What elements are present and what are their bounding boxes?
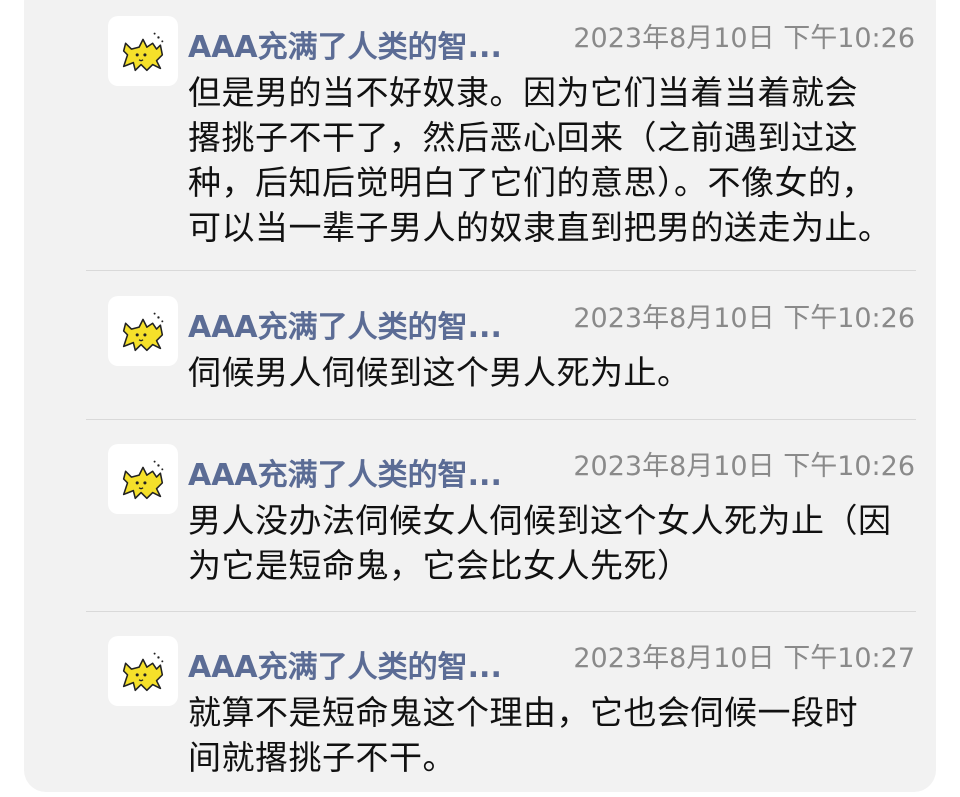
message-text: 但是男的当不好奴隶。因为它们当着当着就会 撂挑子不干了，然后恶心回来（之前遇到过… <box>188 70 918 250</box>
sender-name[interactable]: AAA充满了人类的智... <box>188 642 502 686</box>
message-line: 男人没办法伺候女人伺候到这个女人死为止（因 <box>188 501 892 540</box>
message-line: 为它是短命鬼，它会比女人先死） <box>188 546 691 585</box>
message-line: 种，后知后觉明白了它们的意思）。不像女的， <box>188 163 875 202</box>
yellow-cat-icon <box>122 312 164 352</box>
message-text: 男人没办法伺候女人伺候到这个女人死为止（因 为它是短命鬼，它会比女人先死） <box>188 498 918 588</box>
message-timestamp: 2023年8月10日 下午10:27 <box>573 643 915 674</box>
message-divider <box>86 419 916 420</box>
avatar[interactable] <box>108 636 178 706</box>
sender-name[interactable]: AAA充满了人类的智... <box>188 450 502 494</box>
message-line: 伺候男人伺候到这个男人死为止。 <box>188 353 691 392</box>
message-text: 就算不是短命鬼这个理由，它也会伺候一段时 间就撂挑子不干。 <box>188 690 918 780</box>
message-text: 伺候男人伺候到这个男人死为止。 <box>188 350 918 395</box>
yellow-cat-icon <box>122 460 164 500</box>
message-line: 就算不是短命鬼这个理由，它也会伺候一段时 <box>188 693 858 732</box>
message-timestamp: 2023年8月10日 下午10:26 <box>573 451 915 482</box>
avatar[interactable] <box>108 444 178 514</box>
yellow-cat-icon <box>122 32 164 72</box>
message-line: 但是男的当不好奴隶。因为它们当着当着就会 <box>188 73 858 112</box>
sender-name[interactable]: AAA充满了人类的智... <box>188 22 502 66</box>
message-line: 间就撂挑子不干。 <box>188 738 456 777</box>
yellow-cat-icon <box>122 652 164 692</box>
avatar[interactable] <box>108 296 178 366</box>
message-line: 撂挑子不干了，然后恶心回来（之前遇到过这 <box>188 118 858 157</box>
message-line: 可以当一辈子男人的奴隶直到把男的送走为止。 <box>188 208 892 247</box>
message-divider <box>86 270 916 271</box>
message-timestamp: 2023年8月10日 下午10:26 <box>573 23 915 54</box>
message-timestamp: 2023年8月10日 下午10:26 <box>573 303 915 334</box>
sender-name[interactable]: AAA充满了人类的智... <box>188 302 502 346</box>
avatar[interactable] <box>108 16 178 86</box>
message-divider <box>86 611 916 612</box>
